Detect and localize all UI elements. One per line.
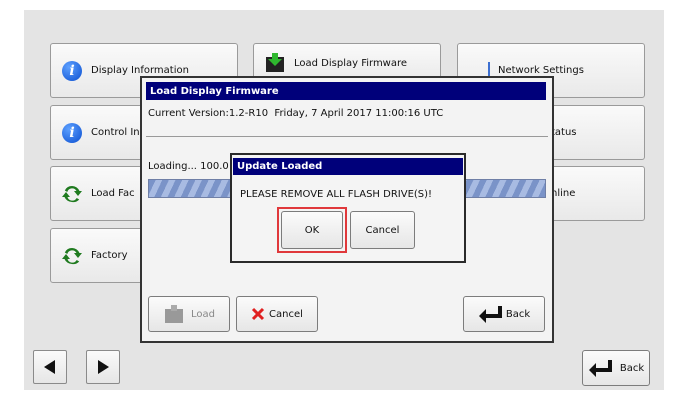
ok-button[interactable]: OK [281,211,343,249]
load-display-firmware-label: Load Display Firmware [294,57,408,69]
update-cancel-button[interactable]: Cancel [350,211,415,249]
divider [146,136,548,137]
firmware-dialog-title: Load Display Firmware [146,82,546,100]
status-button[interactable]: tatus [545,105,645,160]
back-arrow-icon [478,306,502,323]
arrow-left-icon [44,360,55,374]
previous-page-button[interactable] [33,350,67,384]
cancel-label: Cancel [269,308,303,320]
firmware-chip-icon [264,52,286,74]
online-label: nline [551,188,576,199]
control-information-button[interactable]: i Control In [50,105,145,160]
factory-label: Factory [91,250,128,261]
network-settings-label: Network Settings [498,65,584,76]
load-button: Load [148,296,230,332]
firmware-chip-icon [165,305,183,323]
update-message: PLEASE REMOVE ALL FLASH DRIVE(S)! [240,189,433,200]
update-loaded-title: Update Loaded [233,158,463,175]
arrow-right-icon [98,360,109,374]
back-label: Back [505,308,531,320]
refresh-icon [61,245,83,267]
back-label: Back [619,362,645,374]
info-icon: i [61,122,83,144]
loading-text: Loading... 100.0 [148,161,229,172]
back-button[interactable]: Back [582,350,650,386]
close-icon [251,307,265,321]
info-icon: i [61,60,83,82]
back-arrow-icon [588,360,612,377]
load-factory-label: Load Fac [91,188,135,199]
next-page-button[interactable] [86,350,120,384]
online-button[interactable]: nline [545,166,645,221]
load-factory-button[interactable]: Load Fac [50,166,145,221]
display-information-label: Display Information [91,65,189,76]
status-label: tatus [551,127,577,138]
factory-button[interactable]: Factory [50,228,145,283]
load-label: Load [191,308,215,320]
firmware-cancel-button[interactable]: Cancel [236,296,318,332]
firmware-back-button[interactable]: Back [463,296,545,332]
current-version-text: Current Version:1.2-R10 Friday, 7 April … [148,108,444,119]
control-information-label: Control In [91,127,140,138]
ok-label: OK [304,224,320,236]
refresh-icon [61,183,83,205]
cancel-label: Cancel [365,224,400,236]
